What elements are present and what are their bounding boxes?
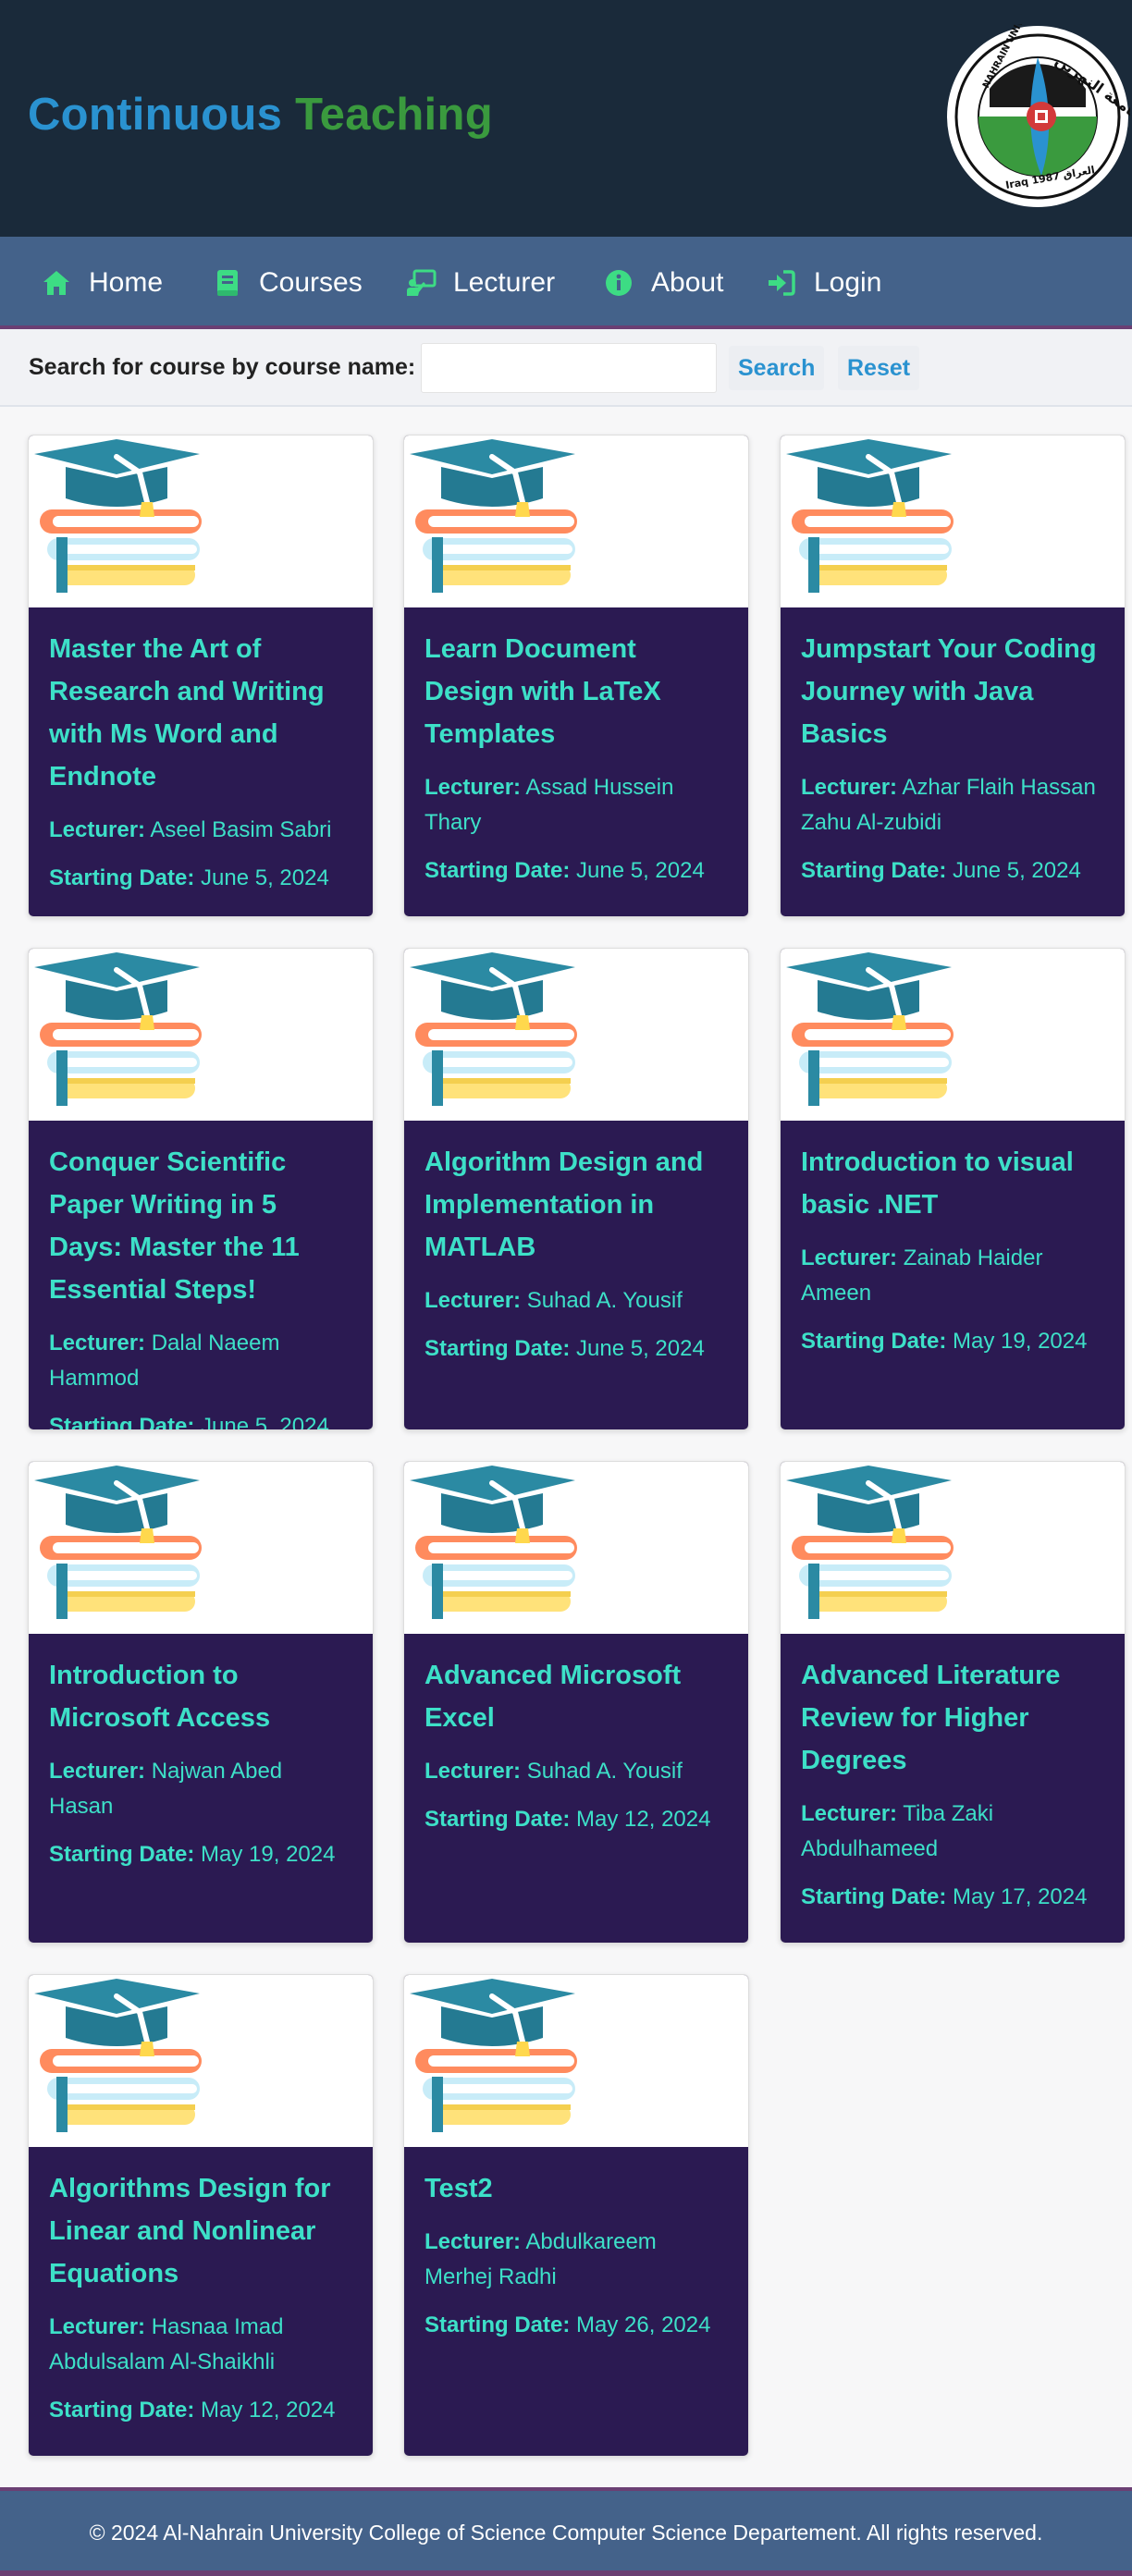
course-date: Starting Date: May 26, 2024 (424, 2312, 711, 2337)
course-date: Starting Date: June 5, 2024 (424, 858, 705, 883)
nav-item-courses[interactable]: Courses (211, 261, 363, 305)
graduation-books-icon (29, 435, 373, 607)
course-card[interactable]: Jumpstart Your Coding Journey with Java … (780, 435, 1126, 917)
course-title[interactable]: Introduction to Microsoft Access (49, 1654, 352, 1739)
course-lecturer: Lecturer: Assad Hussein Thary (424, 775, 674, 835)
course-lecturer: Lecturer: Aseel Basim Sabri (49, 817, 332, 842)
course-date: Starting Date: May 17, 2024 (801, 1884, 1088, 1909)
nav-item-about[interactable]: About (603, 261, 723, 305)
search-label: Search for course by course name: (29, 354, 416, 380)
graduation-books-icon (781, 949, 1125, 1121)
graduation-books-icon (29, 1975, 373, 2147)
home-icon (41, 267, 72, 299)
nav-label-courses: Courses (259, 267, 363, 298)
course-title[interactable]: Introduction to visual basic .NET (801, 1141, 1104, 1226)
course-date: Starting Date: June 5, 2024 (49, 865, 329, 890)
course-title[interactable]: Conquer Scientific Paper Writing in 5 Da… (49, 1141, 352, 1311)
course-card[interactable]: Advanced Microsoft Excel Lecturer: Suhad… (403, 1461, 749, 1944)
course-card[interactable]: Learn Document Design with LaTeX Templat… (403, 435, 749, 917)
course-title[interactable]: Learn Document Design with LaTeX Templat… (424, 628, 728, 755)
graduation-books-icon (29, 1462, 373, 1634)
course-card[interactable]: Conquer Scientific Paper Writing in 5 Da… (28, 948, 374, 1430)
course-lecturer: Lecturer: Dalal Naeem Hammod (49, 1331, 280, 1391)
nav-item-login[interactable]: Login (766, 261, 881, 305)
graduation-books-icon (404, 949, 748, 1121)
course-card[interactable]: Algorithms Design for Linear and Nonline… (28, 1974, 374, 2457)
course-card[interactable]: Advanced Literature Review for Higher De… (780, 1461, 1126, 1944)
course-title[interactable]: Advanced Microsoft Excel (424, 1654, 728, 1739)
info-icon (603, 267, 634, 299)
search-input[interactable] (421, 343, 717, 393)
course-date: Starting Date: May 19, 2024 (49, 1842, 336, 1867)
graduation-books-icon (404, 435, 748, 607)
site-footer: © 2024 Al-Nahrain University College of … (0, 2487, 1132, 2576)
search-button[interactable]: Search (729, 346, 825, 390)
course-lecturer: Lecturer: Azhar Flaih Hassan Zahu Al-zub… (801, 775, 1096, 835)
course-title[interactable]: Jumpstart Your Coding Journey with Java … (801, 628, 1104, 755)
main-nav: Home Courses Lecturer About Login (0, 237, 1132, 329)
site-title[interactable]: Continuous Teaching (28, 89, 493, 141)
course-date: Starting Date: May 12, 2024 (49, 2398, 336, 2423)
course-title[interactable]: Test2 (424, 2167, 728, 2210)
course-title[interactable]: Advanced Literature Review for Higher De… (801, 1654, 1104, 1782)
site-header: Continuous Teaching NAHRAIN UNIVERSITY ج… (0, 0, 1132, 237)
course-lecturer: Lecturer: Zainab Haider Ameen (801, 1245, 1043, 1306)
course-date: Starting Date: June 5, 2024 (801, 858, 1081, 883)
course-card[interactable]: Algorithm Design and Implementation in M… (403, 948, 749, 1430)
reset-button[interactable]: Reset (838, 346, 920, 390)
course-lecturer: Lecturer: Suhad A. Yousif (424, 1759, 683, 1784)
site-title-part2: Teaching (295, 90, 493, 140)
chalkboard-teacher-icon (405, 267, 437, 299)
nav-label-about: About (651, 267, 724, 298)
graduation-books-icon (781, 435, 1125, 607)
course-card[interactable]: Introduction to Microsoft Access Lecture… (28, 1461, 374, 1944)
graduation-books-icon (781, 1462, 1125, 1634)
graduation-books-icon (404, 1975, 748, 2147)
course-date: Starting Date: May 12, 2024 (424, 1807, 711, 1832)
course-title[interactable]: Algorithms Design for Linear and Nonline… (49, 2167, 352, 2295)
course-card[interactable]: Master the Art of Research and Writing w… (28, 435, 374, 917)
nav-label-login: Login (814, 267, 882, 298)
course-date: Starting Date: June 5, 2024 (424, 1336, 705, 1361)
footer-copyright: © 2024 Al-Nahrain University College of … (89, 2521, 1043, 2545)
site-title-part1: Continuous (28, 90, 283, 140)
course-lecturer: Lecturer: Suhad A. Yousif (424, 1288, 683, 1313)
university-seal-icon: NAHRAIN UNIVERSITY جامعة النهرين Iraq 19… (945, 0, 1132, 209)
course-title[interactable]: Algorithm Design and Implementation in M… (424, 1141, 728, 1269)
course-lecturer: Lecturer: Najwan Abed Hasan (49, 1759, 283, 1819)
nav-item-lecturer[interactable]: Lecturer (405, 261, 555, 305)
nav-label-home: Home (89, 267, 164, 298)
course-lecturer: Lecturer: Hasnaa Imad Abdulsalam Al-Shai… (49, 2314, 284, 2374)
course-lecturer: Lecturer: Abdulkareem Merhej Radhi (424, 2229, 657, 2289)
graduation-books-icon (29, 949, 373, 1121)
sign-in-icon (766, 267, 797, 299)
course-card[interactable]: Introduction to visual basic .NET Lectur… (780, 948, 1126, 1430)
course-lecturer: Lecturer: Tiba Zaki Abdulhameed (801, 1801, 994, 1861)
nav-label-lecturer: Lecturer (453, 267, 556, 298)
nav-item-home[interactable]: Home (41, 261, 163, 305)
course-title[interactable]: Master the Art of Research and Writing w… (49, 628, 352, 798)
book-icon (211, 267, 242, 299)
graduation-books-icon (404, 1462, 748, 1634)
course-date: Starting Date: June 5, 2024 (49, 1414, 329, 1430)
search-bar: Search for course by course name: Search… (0, 329, 1132, 407)
course-date: Starting Date: May 19, 2024 (801, 1329, 1088, 1354)
course-card[interactable]: Test2 Lecturer: Abdulkareem Merhej Radhi… (403, 1974, 749, 2457)
